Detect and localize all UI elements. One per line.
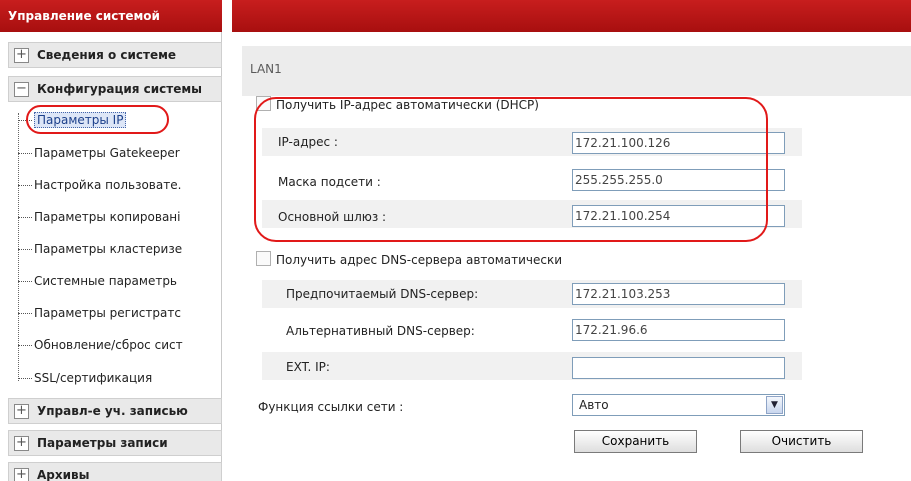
expand-icon[interactable]: + xyxy=(14,467,29,481)
expand-icon[interactable]: + xyxy=(14,403,29,419)
dns-alt-label: Альтернативный DNS-сервер: xyxy=(286,324,475,338)
group-label: Параметры записи xyxy=(37,436,168,450)
sidebar-item-label: Параметры кластеризе xyxy=(34,242,183,256)
annotation-circle xyxy=(26,105,169,134)
sidebar-item-label: Системные параметрь xyxy=(34,274,178,288)
sidebar-item-user-settings[interactable]: Настройка пользовате. xyxy=(18,175,212,195)
tree-connector xyxy=(18,344,32,346)
sidebar-title: Управление системой xyxy=(0,0,222,32)
sidebar-item-copy-params[interactable]: Параметры копировані xyxy=(18,207,212,227)
dns-pref-input[interactable]: 172.21.103.253 xyxy=(572,283,785,305)
dns-auto-checkbox[interactable] xyxy=(256,251,271,266)
expand-icon[interactable]: + xyxy=(14,435,29,451)
collapse-icon[interactable]: − xyxy=(14,81,29,97)
sidebar-item-label: Параметры копировані xyxy=(34,210,181,224)
group-label: Сведения о системе xyxy=(37,48,177,62)
tree-connector xyxy=(18,377,32,379)
sidebar-item-label: SSL/сертификация xyxy=(34,371,153,385)
sidebar: Управление системой + Сведения о системе… xyxy=(0,0,222,481)
sidebar-item-gatekeeper[interactable]: Параметры Gatekeeper xyxy=(18,143,212,163)
group-label: Архивы xyxy=(37,468,90,481)
dns-alt-input[interactable]: 172.21.96.6 xyxy=(572,319,785,341)
sidebar-item-cluster-params[interactable]: Параметры кластеризе xyxy=(18,239,212,259)
tree-connector xyxy=(18,152,32,154)
dns-pref-label: Предпочитаемый DNS-сервер: xyxy=(286,287,479,301)
group-account-mgmt[interactable]: + Управл-е уч. записью xyxy=(8,398,222,424)
group-record-params[interactable]: + Параметры записи xyxy=(8,430,222,456)
annotation-circle xyxy=(254,97,768,242)
sidebar-item-label: Параметры Gatekeeper xyxy=(34,146,180,160)
tree-connector xyxy=(18,312,32,314)
link-func-label: Функция ссылки сети : xyxy=(258,400,404,414)
sidebar-item-label: Настройка пользовате. xyxy=(34,178,182,192)
group-label: Управл-е уч. записью xyxy=(37,404,188,418)
group-system-info[interactable]: + Сведения о системе xyxy=(8,42,222,68)
expand-icon[interactable]: + xyxy=(14,47,29,63)
dns-auto-label: Получить адрес DNS-сервера автоматически xyxy=(276,253,563,267)
save-button[interactable]: Сохранить xyxy=(574,430,697,453)
tree-connector xyxy=(18,184,32,186)
ext-ip-input[interactable] xyxy=(572,357,785,379)
sidebar-item-label: Обновление/сброс сист xyxy=(34,338,183,352)
link-func-value: Авто xyxy=(579,398,609,412)
tree-connector xyxy=(18,248,32,250)
link-func-select[interactable]: Авто ▼ xyxy=(572,394,785,416)
sidebar-item-label: Параметры регистратс xyxy=(34,306,181,320)
sidebar-item-ssl-cert[interactable]: SSL/сертификация xyxy=(18,368,212,388)
tree-connector xyxy=(18,216,32,218)
chevron-down-icon[interactable]: ▼ xyxy=(766,396,783,414)
section-title: LAN1 xyxy=(242,46,911,96)
ext-ip-label: EXT. IP: xyxy=(286,360,330,374)
group-system-config[interactable]: − Конфигурация системы xyxy=(8,76,222,102)
header-bar xyxy=(232,0,911,32)
tree-connector xyxy=(18,280,32,282)
sidebar-item-system-params[interactable]: Системные параметрь xyxy=(18,271,212,291)
group-label: Конфигурация системы xyxy=(37,82,203,96)
group-archives[interactable]: + Архивы xyxy=(8,462,222,481)
sidebar-item-registrar-params[interactable]: Параметры регистратс xyxy=(18,303,212,323)
sidebar-item-update-reset[interactable]: Обновление/сброс сист xyxy=(18,335,212,355)
clear-button[interactable]: Очистить xyxy=(740,430,863,453)
